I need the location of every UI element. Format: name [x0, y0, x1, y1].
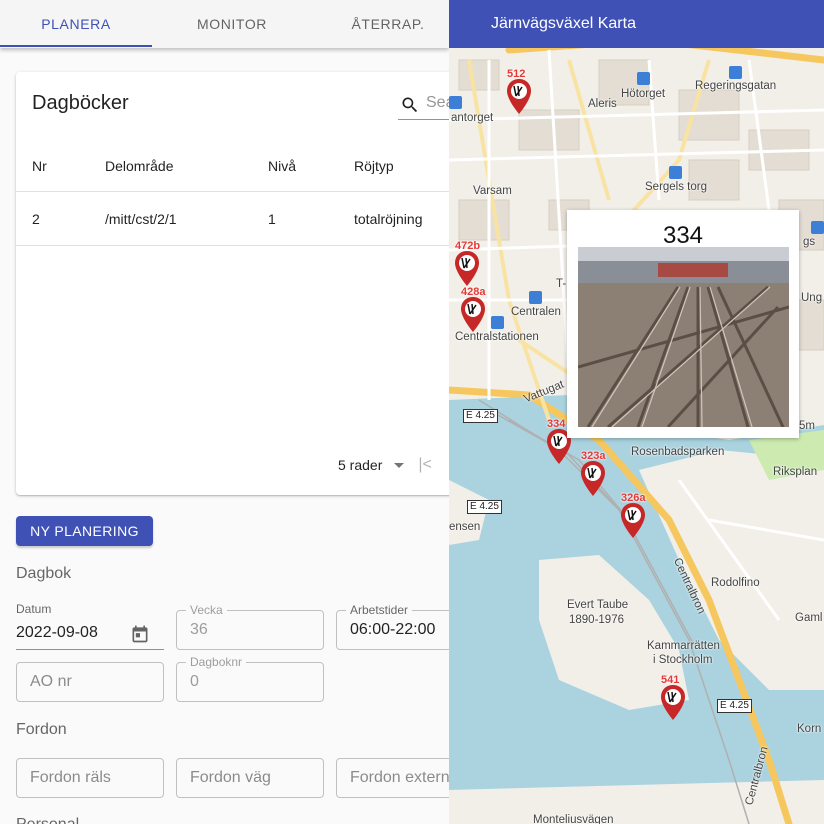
section-personal: Personal [16, 816, 79, 824]
col-header-niva[interactable]: Nivå [268, 140, 296, 191]
road-shield: E 4.25 [717, 699, 752, 713]
map-label: Regeringsgatan [695, 80, 777, 92]
map-pin-icon [455, 251, 479, 286]
calendar-icon[interactable] [130, 624, 150, 644]
pagination: 5 rader |< [338, 456, 432, 474]
switch-marker-472b[interactable]: 472b [453, 240, 483, 286]
new-planning-button[interactable]: NY PLANERING [16, 516, 153, 546]
transit-icon[interactable] [669, 166, 682, 179]
map-pin-icon [461, 297, 485, 332]
rows-per-page-select[interactable]: 5 rader [338, 457, 382, 473]
map-title: Järnvägsväxel Karta [491, 15, 636, 32]
fordon-rals-field[interactable]: Fordon räls [16, 758, 164, 798]
table-header: Nr Delområde Nivå Röjtyp [16, 140, 449, 192]
cell-rojtyp: totalröjning [354, 211, 423, 227]
switch-marker-512[interactable]: 512 [505, 68, 535, 114]
transit-icon[interactable] [729, 66, 742, 79]
search-field [398, 92, 449, 120]
switch-marker-323a[interactable]: 323a [579, 450, 609, 496]
datum-value: 2022-09-08 [16, 623, 98, 641]
transit-icon[interactable] [491, 316, 504, 329]
diary-table-title: Dagböcker [32, 92, 129, 114]
map-label: Monteliusvägen [533, 814, 614, 824]
transit-icon[interactable] [811, 221, 824, 234]
map-label: Rodolfino [711, 577, 760, 589]
cell-nr: 2 [32, 211, 40, 227]
cell-niva: 1 [268, 211, 276, 227]
transit-icon[interactable] [449, 96, 462, 109]
map-label: gs [803, 236, 816, 248]
datum-field[interactable]: 2022-09-08 [16, 616, 164, 650]
datum-label: Datum [16, 602, 52, 616]
col-header-nr[interactable]: Nr [32, 140, 47, 191]
map-label: i Stockholm [653, 654, 713, 666]
road-shield: E 4.25 [463, 409, 498, 423]
map-label: 1890-1976 [569, 614, 624, 626]
map-label: 5m [799, 420, 815, 432]
transit-icon[interactable] [637, 72, 650, 85]
cell-delomrade: /mitt/cst/2/1 [105, 211, 177, 227]
active-tab-indicator [0, 45, 152, 47]
map-label: ensen [449, 521, 481, 533]
arbetstider-label: Arbetstider [346, 603, 413, 617]
tab-aterrap[interactable]: ÅTERRAP. [312, 0, 449, 48]
map-pin-icon [581, 461, 605, 496]
switch-photo [578, 247, 789, 427]
map-label: T- [556, 278, 567, 290]
tab-monitor[interactable]: MONITOR [156, 0, 308, 48]
fordon-extern-field[interactable]: Fordon extern [336, 758, 449, 798]
chevron-down-icon[interactable] [394, 462, 405, 468]
section-fordon: Fordon [16, 721, 67, 738]
vecka-label: Vecka [186, 603, 227, 617]
map-label: Hötorget [621, 88, 666, 100]
map-pin-icon [661, 685, 685, 720]
switch-popup[interactable]: 334 [567, 210, 799, 438]
col-header-rojtyp[interactable]: Röjtyp [354, 140, 394, 191]
first-page-icon[interactable]: |< [418, 456, 432, 474]
search-icon [402, 97, 418, 113]
dagboknr-label: Dagboknr [186, 655, 247, 669]
ao-nr-field[interactable]: AO nr [16, 662, 164, 702]
table-row[interactable]: 2 /mitt/cst/2/1 1 totalröjning [16, 193, 449, 246]
section-dagbok: Dagbok [16, 565, 72, 582]
map-pin-icon [621, 503, 645, 538]
map-label: Sergels torg [645, 181, 708, 193]
transit-icon[interactable] [529, 291, 542, 304]
map-label: Varsam [473, 185, 512, 197]
road-shield: E 4.25 [467, 500, 502, 514]
popup-title: 334 [662, 222, 704, 249]
diary-table-card: Dagböcker Nr Delområde Nivå Röjtyp 2 /mi… [16, 72, 449, 495]
tab-bar: PLANERA MONITOR ÅTERRAP. [0, 0, 449, 48]
search-input[interactable] [426, 94, 449, 112]
map-label: Centralen [511, 306, 561, 318]
map-label: Korn [797, 723, 822, 735]
map-label: Evert Taube [567, 599, 629, 611]
map-label: Riksplan [773, 466, 818, 478]
fordon-vag-field[interactable]: Fordon väg [176, 758, 324, 798]
map-pin-icon [507, 79, 531, 114]
map-label: Kammarrätten [647, 640, 720, 652]
map-label: Ung [801, 292, 823, 304]
tab-planera[interactable]: PLANERA [0, 0, 152, 48]
switch-marker-428a[interactable]: 428a [459, 286, 489, 332]
map-header: Järnvägsväxel Karta [449, 0, 824, 48]
switch-marker-541[interactable]: 541 [659, 674, 689, 720]
switch-marker-326a[interactable]: 326a [619, 492, 649, 538]
map-label: antorget [451, 112, 494, 124]
planning-panel: PLANERA MONITOR ÅTERRAP. Dagböcker Nr De… [0, 0, 449, 824]
map-label: Aleris [588, 98, 617, 110]
map-panel[interactable]: Järnvägsväxel Karta Aleris Hötorget Rege… [449, 0, 824, 824]
col-header-delomrade[interactable]: Delområde [105, 140, 173, 191]
map-label: Rosenbadsparken [631, 446, 725, 458]
map-label: Gaml [795, 612, 823, 624]
